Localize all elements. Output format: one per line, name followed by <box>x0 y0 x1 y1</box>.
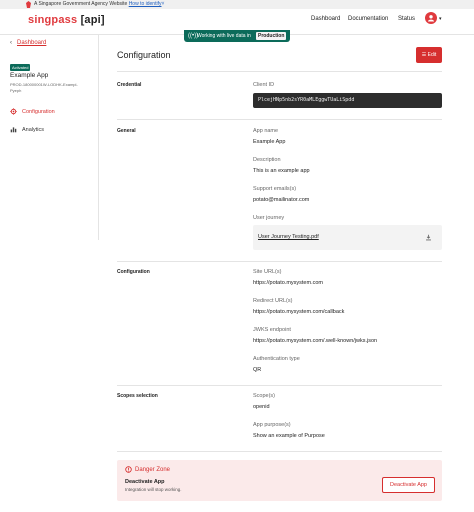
support-emails-value: potato@mailinator.com <box>253 197 310 203</box>
page-title: Configuration <box>117 50 171 60</box>
app-purposes-value: Show an example of Purpose <box>253 433 325 439</box>
user-avatar[interactable] <box>425 12 437 24</box>
section-configuration: Configuration <box>117 269 150 275</box>
sidebar-item-label: Analytics <box>22 126 45 133</box>
live-data-indicator: ((•)) Working with live data in Producti… <box>184 30 290 42</box>
user-journey-file: User Journey Testing.pdf <box>253 225 442 250</box>
deactivate-app-description: Integration will stop working. <box>125 487 182 492</box>
redirect-urls-label: Redirect URL(s) <box>253 298 293 304</box>
jwks-endpoint-label: JWKS endpoint <box>253 327 291 333</box>
support-emails-label: Support emails(s) <box>253 186 297 192</box>
download-icon[interactable] <box>425 234 432 241</box>
deactivate-app-button[interactable]: Deactivate App <box>382 477 435 493</box>
jwks-endpoint-value: https://potato.mysystem.com/.well-known/… <box>253 338 378 344</box>
live-data-text: Working with live data in <box>197 33 251 39</box>
divider <box>117 261 442 262</box>
client-id-label: Client ID <box>253 82 275 88</box>
sidebar-app-name: Example App <box>10 72 49 79</box>
how-to-identify-link[interactable]: How to identify <box>129 1 162 7</box>
sidebar: ‹ Dashboard Activated Example App PROD-18… <box>0 35 99 240</box>
authentication-type-value: QR <box>253 367 262 373</box>
sidebar-app-id: PROD-180000001W-LODHK-Exampl-Pyeph <box>10 82 78 93</box>
gov-banner-text: A Singapore Government Agency Website <box>34 1 128 7</box>
nav-status[interactable]: Status <box>398 16 415 22</box>
edit-list-icon: ☰ <box>421 52 427 58</box>
client-id-value[interactable]: PlcejHNp5nb2sYR0aMLEggwTUaLiSpdd <box>253 93 442 108</box>
divider <box>117 71 442 72</box>
site-urls-label: Site URL(s) <box>253 269 282 275</box>
lion-head-icon <box>26 1 31 8</box>
warning-circle-icon <box>125 466 132 473</box>
back-to-dashboard-link[interactable]: ‹ Dashboard <box>10 40 46 46</box>
scopes-value: openid <box>253 404 270 410</box>
sidebar-item-label: Configuration <box>22 108 55 115</box>
chart-icon <box>10 127 17 133</box>
redirect-urls-value: https://potato.mysystem.com/callback <box>253 309 345 315</box>
app-name-label: App name <box>253 128 279 134</box>
deactivate-app-title: Deactivate App <box>125 479 165 485</box>
singpass-api-logo[interactable]: singpass [api] <box>28 14 105 26</box>
divider <box>117 385 442 386</box>
avatar-chevron-down-icon[interactable]: ▾ <box>439 16 442 22</box>
section-scopes: Scopes selection <box>117 393 158 399</box>
user-journey-label: User journey <box>253 215 285 221</box>
sidebar-item-configuration[interactable]: Configuration <box>10 108 55 115</box>
description-label: Description <box>253 157 281 163</box>
authentication-type-label: Authentication type <box>253 356 300 362</box>
edit-button[interactable]: ☰ Edit <box>416 47 442 63</box>
app-name-value: Example App <box>253 139 286 145</box>
divider <box>117 119 442 120</box>
site-urls-value: https://potato.mysystem.com <box>253 280 323 286</box>
sidebar-item-analytics[interactable]: Analytics <box>10 126 44 133</box>
nav-documentation[interactable]: Documentation <box>348 16 388 22</box>
description-value: This is an example app <box>253 168 310 174</box>
user-journey-file-link[interactable]: User Journey Testing.pdf <box>258 234 319 240</box>
chevron-left-icon: ‹ <box>10 40 12 46</box>
section-general: General <box>117 128 136 134</box>
nav-dashboard[interactable]: Dashboard <box>311 16 340 22</box>
divider <box>117 451 442 452</box>
scopes-label: Scope(s) <box>253 393 276 399</box>
environment-badge: Production <box>256 32 287 40</box>
user-icon <box>428 15 434 22</box>
status-badge: Activated <box>10 64 31 71</box>
gear-icon <box>10 108 17 115</box>
app-purposes-label: App purpose(s) <box>253 422 291 428</box>
danger-zone: Danger Zone Deactivate App Integration w… <box>117 460 442 501</box>
chevron-down-icon: ˅ <box>161 1 165 7</box>
section-credential: Credential <box>117 82 142 88</box>
danger-zone-heading: Danger Zone <box>125 466 170 473</box>
gov-banner: A Singapore Government Agency Website Ho… <box>0 0 474 9</box>
